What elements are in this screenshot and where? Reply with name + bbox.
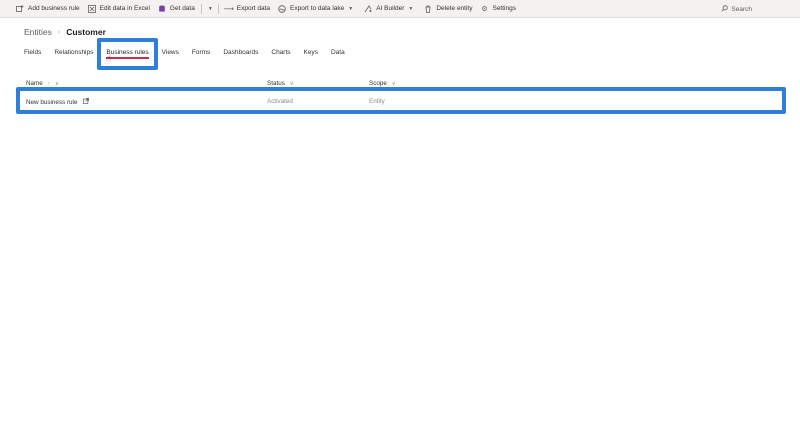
- tab-forms[interactable]: Forms: [192, 49, 210, 56]
- command-bar: Add business rule Edit data in Excel Get…: [0, 0, 800, 18]
- search-placeholder: Search: [731, 5, 752, 13]
- edit-in-excel-button[interactable]: Edit data in Excel: [84, 0, 154, 18]
- get-data-button[interactable]: Get data: [154, 0, 199, 18]
- search-box[interactable]: Search: [721, 0, 752, 18]
- column-scope-label: Scope: [369, 80, 387, 87]
- gear-icon: ⚙: [481, 5, 488, 13]
- mouse-cursor-icon: ☝: [106, 53, 112, 63]
- column-header-status[interactable]: Status ∨: [267, 80, 294, 87]
- column-header-scope[interactable]: Scope ∨: [369, 80, 396, 87]
- chevron-down-icon: ▼: [348, 5, 354, 12]
- export-to-data-lake-label: Export to data lake: [290, 5, 345, 12]
- export-data-button[interactable]: ⟶ Export data: [221, 0, 274, 18]
- chevron-right-icon: ›: [57, 28, 61, 36]
- data-lake-icon: [278, 4, 286, 13]
- tab-fields[interactable]: Fields: [24, 49, 41, 56]
- ai-builder-label: AI Builder: [376, 5, 405, 12]
- export-arrow-icon: ⟶: [223, 5, 234, 13]
- tab-charts[interactable]: Charts: [271, 49, 290, 56]
- row-highlight-box: [16, 87, 786, 114]
- ai-builder-button[interactable]: AI Builder ▼: [360, 0, 420, 18]
- ai-builder-icon: [364, 4, 372, 13]
- tab-relationships[interactable]: Relationships: [54, 49, 93, 56]
- settings-button[interactable]: ⚙ Settings: [476, 0, 520, 18]
- page-title: Customer: [66, 27, 106, 37]
- excel-icon: [87, 4, 96, 13]
- trash-icon: [424, 5, 432, 13]
- delete-entity-label: Delete entity: [436, 5, 473, 12]
- tab-dashboards[interactable]: Dashboards: [223, 49, 258, 56]
- edit-in-excel-label: Edit data in Excel: [99, 5, 150, 12]
- column-name-label: Name: [26, 80, 43, 87]
- settings-label: Settings: [492, 5, 516, 12]
- add-rule-icon: [16, 4, 24, 13]
- delete-entity-button[interactable]: Delete entity: [420, 0, 476, 18]
- tab-views[interactable]: Views: [162, 49, 179, 56]
- column-header-name[interactable]: Name ↑ ∨: [26, 80, 59, 87]
- entity-tabs: Fields Relationships Business rules View…: [24, 46, 358, 59]
- add-business-rule-button[interactable]: Add business rule: [0, 0, 84, 18]
- breadcrumb: Entities › Customer: [24, 26, 106, 38]
- chevron-down-icon[interactable]: ▼: [205, 6, 216, 12]
- chevron-down-icon: ▼: [408, 5, 414, 12]
- export-data-label: Export data: [236, 5, 271, 12]
- database-icon: [158, 5, 166, 13]
- get-data-label: Get data: [169, 5, 195, 12]
- search-icon: [721, 4, 729, 14]
- export-to-data-lake-button[interactable]: Export to data lake ▼: [274, 0, 360, 18]
- breadcrumb-entities-link[interactable]: Entities: [24, 27, 52, 37]
- column-status-label: Status: [267, 80, 285, 87]
- add-business-rule-label: Add business rule: [28, 5, 80, 12]
- divider: [217, 3, 219, 14]
- divider: [200, 3, 202, 14]
- tab-keys[interactable]: Keys: [304, 49, 318, 56]
- tab-data[interactable]: Data: [331, 49, 345, 56]
